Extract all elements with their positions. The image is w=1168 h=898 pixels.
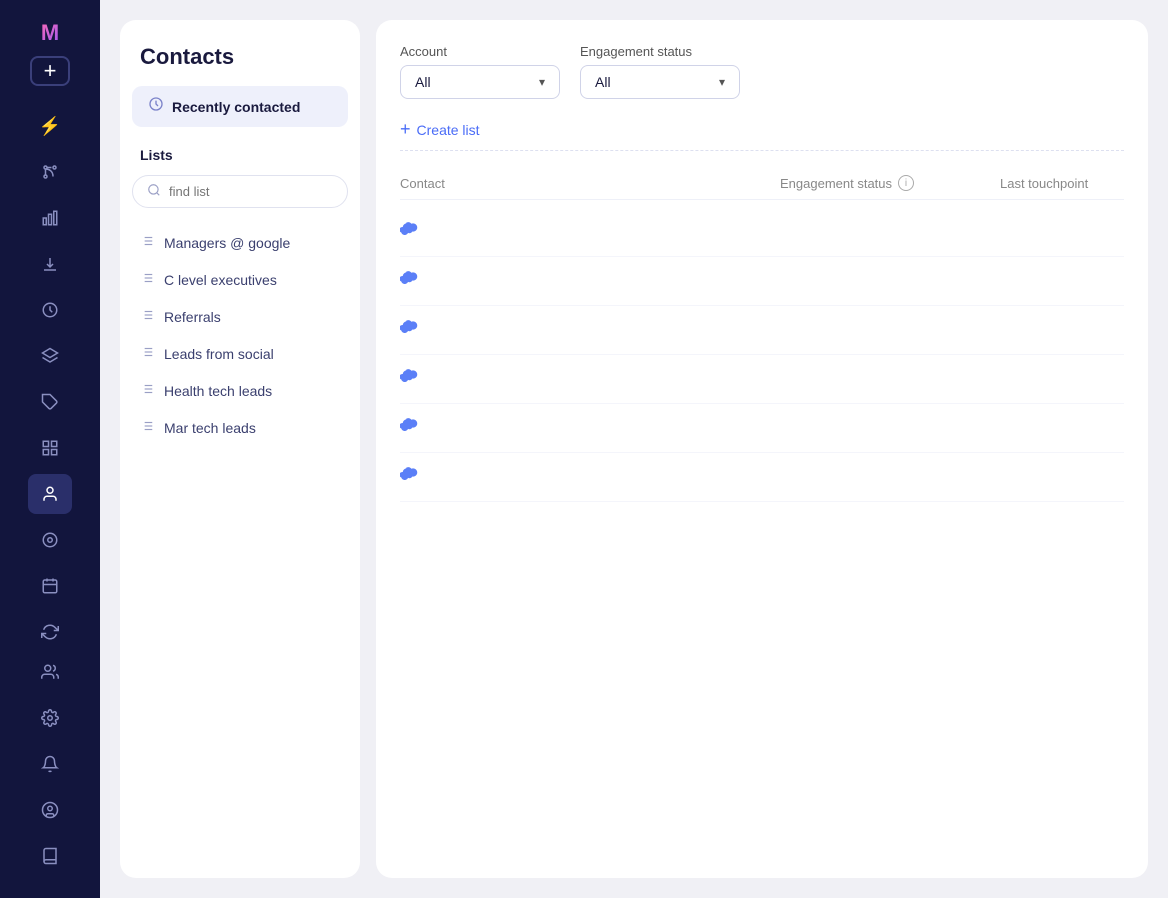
plus-icon: + [400,119,411,140]
engagement-filter-group: Engagement status All ▾ [580,44,740,99]
salesforce-icon [400,271,428,291]
table-row [400,453,1124,502]
list-item[interactable]: Managers @ google [132,224,348,261]
main-area: Contacts Recently contacted Lists Manage… [100,0,1168,898]
chevron-down-icon: ▾ [539,75,545,89]
contact-cell [400,467,780,487]
list-item[interactable]: C level executives [132,261,348,298]
recently-contacted-icon [148,96,164,117]
search-input[interactable] [169,184,333,199]
list-item[interactable]: Health tech leads [132,372,348,409]
grid-icon[interactable] [28,428,72,468]
list-icon [140,234,154,251]
account-filter-label: Account [400,44,560,59]
list-icon [140,271,154,288]
salesforce-icon [400,369,428,389]
settings-icon[interactable] [28,698,72,738]
table-row [400,306,1124,355]
circle-icon[interactable] [28,520,72,560]
user-circle-icon[interactable] [28,790,72,830]
logo-text: M [41,20,59,46]
contact-cell [400,271,780,291]
list-icon [140,345,154,362]
sync-icon[interactable] [28,612,72,652]
touchpoint-column-header: Last touchpoint [1000,176,1088,191]
salesforce-icon [400,222,428,242]
list-item-label: Mar tech leads [164,420,256,436]
list-item-label: Referrals [164,309,221,325]
app-logo: M [20,20,80,46]
team-icon[interactable] [28,652,72,692]
clock-icon[interactable] [28,290,72,330]
lightning-icon[interactable]: ⚡ [28,106,72,146]
search-icon [147,183,161,200]
list-icon [140,308,154,325]
salesforce-icon [400,320,428,340]
nav-icons: ⚡ [28,106,72,652]
filters-row: Account All ▾ Engagement status All ▾ [400,44,1124,99]
engagement-filter-label: Engagement status [580,44,740,59]
download-icon[interactable] [28,244,72,284]
account-filter-group: Account All ▾ [400,44,560,99]
table-row [400,355,1124,404]
salesforce-icon [400,418,428,438]
contact-cell [400,418,780,438]
chart-icon[interactable] [28,198,72,238]
tag-icon[interactable] [28,382,72,422]
lists-section: Lists Managers @ google C level executiv… [120,147,360,446]
list-icon [140,382,154,399]
git-branch-icon[interactable] [28,152,72,192]
list-item-label: Managers @ google [164,235,290,251]
list-item-label: Leads from social [164,346,274,362]
account-filter-value: All [415,74,431,90]
contacts-icon[interactable] [28,474,72,514]
info-icon: i [898,175,914,191]
list-search-box[interactable] [132,175,348,208]
list-item-label: C level executives [164,272,277,288]
nav-bottom [28,652,72,886]
table-row [400,208,1124,257]
recently-contacted-item[interactable]: Recently contacted [132,86,348,127]
add-button[interactable]: + [30,56,70,86]
engagement-filter-value: All [595,74,611,90]
list-item[interactable]: Leads from social [132,335,348,372]
engagement-filter-select[interactable]: All ▾ [580,65,740,99]
table-header: Contact Engagement status i Last touchpo… [400,167,1124,200]
engagement-column-header: Engagement status i [780,175,1000,191]
list-icon [140,419,154,436]
book-icon[interactable] [28,836,72,876]
recently-contacted-label: Recently contacted [172,99,300,115]
contact-cell [400,222,780,242]
nav-bar: M + ⚡ [0,0,100,898]
contact-column-header: Contact [400,176,780,191]
table-row [400,404,1124,453]
divider [400,150,1124,151]
chevron-down-icon: ▾ [719,75,725,89]
bell-icon[interactable] [28,744,72,784]
list-item[interactable]: Mar tech leads [132,409,348,446]
contact-cell [400,320,780,340]
content-panel: Account All ▾ Engagement status All ▾ + … [376,20,1148,878]
list-item-label: Health tech leads [164,383,272,399]
calendar-icon[interactable] [28,566,72,606]
list-item[interactable]: Referrals [132,298,348,335]
contact-cell [400,369,780,389]
salesforce-icon [400,467,428,487]
table-row [400,257,1124,306]
layers-icon[interactable] [28,336,72,376]
account-filter-select[interactable]: All ▾ [400,65,560,99]
sidebar: Contacts Recently contacted Lists Manage… [120,20,360,878]
create-list-button[interactable]: + Create list [400,119,1124,140]
create-list-label: Create list [417,122,480,138]
page-title: Contacts [120,44,360,86]
lists-header: Lists [132,147,348,175]
